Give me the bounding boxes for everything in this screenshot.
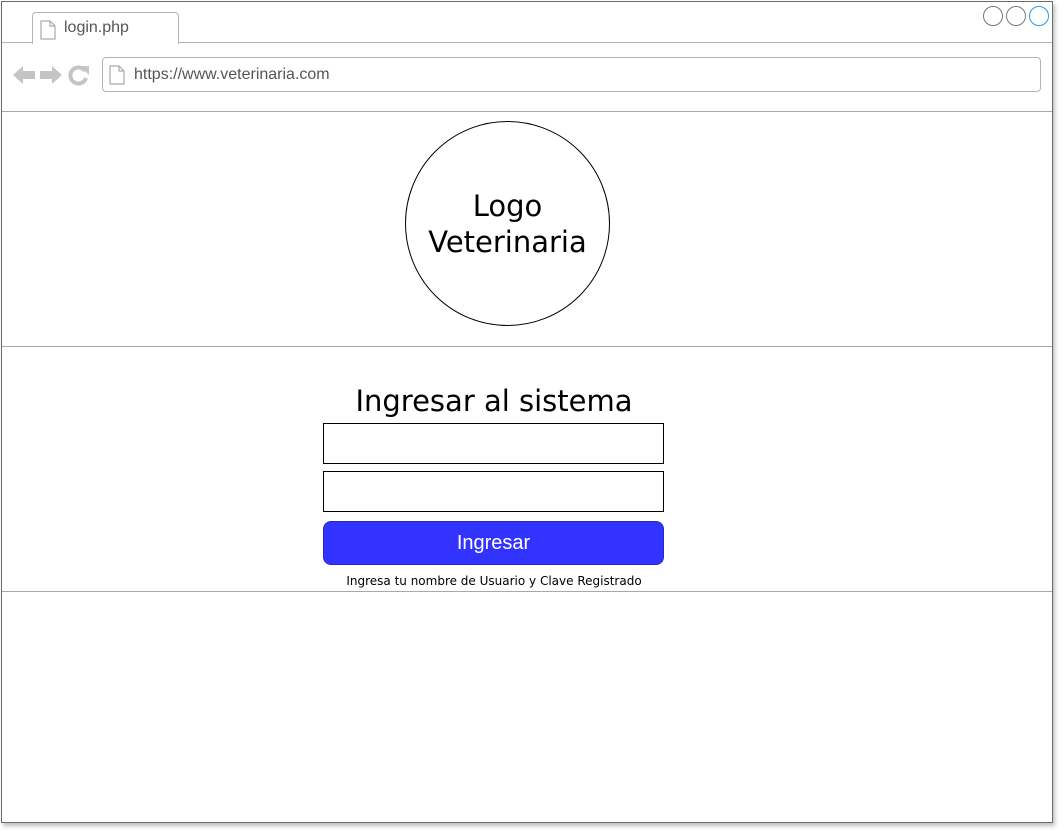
window-controls xyxy=(983,6,1049,26)
tab-title: login.php xyxy=(64,19,129,36)
browser-window: login.php https://www.veterinaria.com Lo… xyxy=(1,1,1053,823)
navigation-buttons xyxy=(12,63,90,92)
login-title: Ingresar al sistema xyxy=(355,384,633,418)
restore-icon[interactable] xyxy=(1006,6,1026,26)
header-divider xyxy=(2,111,1052,112)
login-hint: Ingresa tu nombre de Usuario y Clave Reg… xyxy=(346,574,642,588)
logo-section-divider xyxy=(2,346,1052,347)
arrow-left-icon[interactable] xyxy=(12,63,36,92)
document-icon xyxy=(40,20,56,45)
username-field[interactable] xyxy=(323,423,664,464)
password-field[interactable] xyxy=(323,471,664,512)
browser-tab[interactable]: login.php xyxy=(32,12,179,44)
logo-text: Logo Veterinaria xyxy=(428,188,587,259)
footer-divider xyxy=(2,591,1052,592)
login-button[interactable]: Ingresar xyxy=(323,521,664,565)
address-bar[interactable]: https://www.veterinaria.com xyxy=(102,57,1041,92)
document-icon xyxy=(109,65,125,90)
minimize-icon[interactable] xyxy=(983,6,1003,26)
url-text: https://www.veterinaria.com xyxy=(134,66,330,83)
maximize-icon[interactable] xyxy=(1029,6,1049,26)
reload-icon[interactable] xyxy=(66,63,90,92)
arrow-right-icon[interactable] xyxy=(39,63,63,92)
logo-circle: Logo Veterinaria xyxy=(405,121,610,326)
